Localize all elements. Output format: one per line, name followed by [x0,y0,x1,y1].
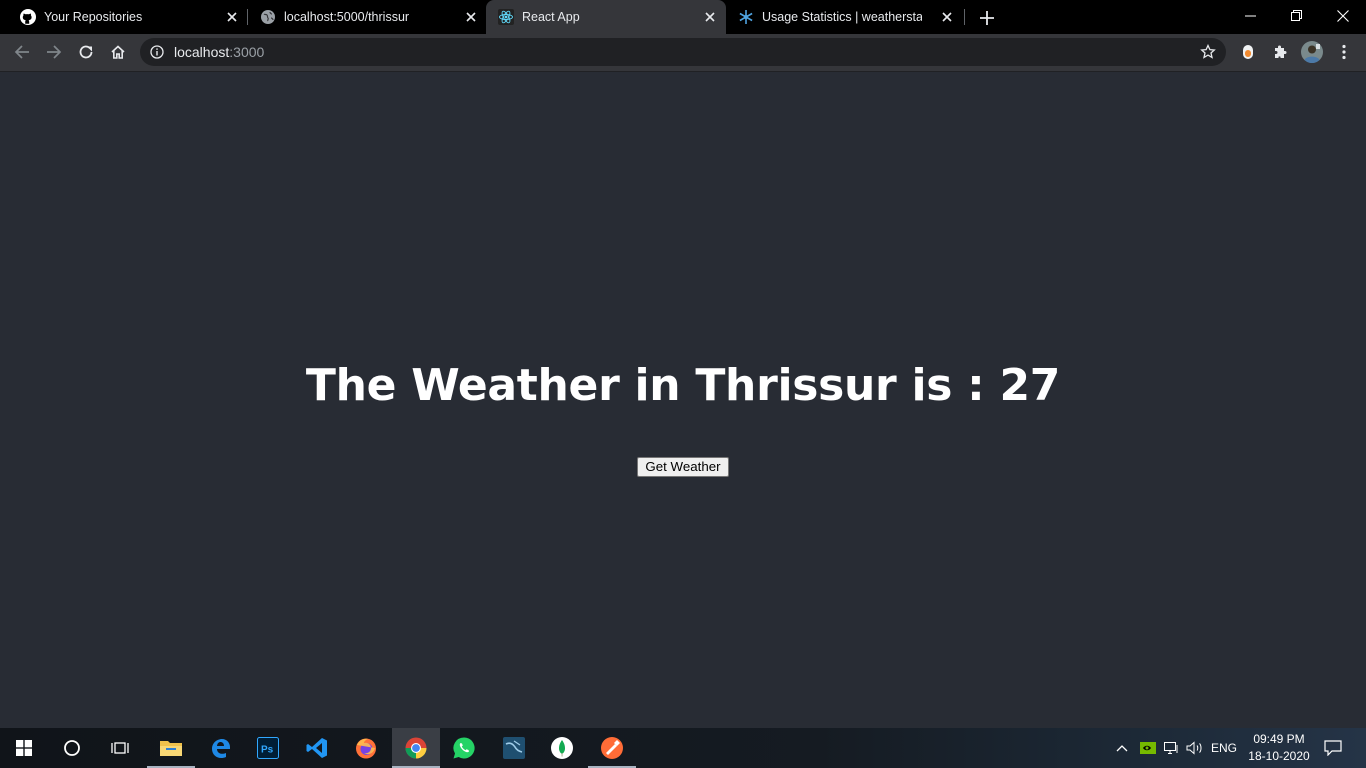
windows-taskbar: Ps ENG 09:49 PM 18-10-2020 [0,728,1366,768]
close-icon[interactable] [703,10,717,24]
cortana-search-icon[interactable] [48,728,96,768]
network-icon[interactable] [1160,728,1182,768]
forward-icon[interactable] [44,42,64,62]
weather-heading: The Weather in Thrissur is : 27 [305,360,1061,411]
photoshop-icon[interactable]: Ps [244,728,292,768]
svg-text:Ps: Ps [261,745,274,756]
url-port: :3000 [229,44,265,60]
tab-react-app[interactable]: React App [486,0,726,34]
bookmark-star-icon[interactable] [1200,43,1216,60]
react-icon [498,9,514,25]
browser-toolbar: localhost:3000 [0,34,1366,72]
url-host: localhost [174,44,230,60]
tab-localhost-5000[interactable]: localhost:5000/thrissur [248,0,486,34]
tab-title: React App [522,10,580,24]
get-weather-button[interactable]: Get Weather [637,457,729,477]
globe-icon [260,9,276,25]
file-explorer-icon[interactable] [147,728,195,768]
language-indicator[interactable]: ENG [1208,728,1240,768]
clock-date: 18-10-2020 [1248,749,1310,763]
close-icon[interactable] [940,10,954,24]
whatsapp-icon[interactable] [440,728,488,768]
show-hidden-icons-icon[interactable] [1112,728,1132,768]
home-icon[interactable] [108,42,128,62]
browser-tab-strip: Your Repositories localhost:5000/thrissu… [0,0,1366,34]
minimize-icon[interactable] [1228,0,1274,32]
restore-icon[interactable] [1274,0,1320,32]
nvidia-icon[interactable] [1138,728,1158,768]
vscode-icon[interactable] [293,728,341,768]
avatar[interactable] [1301,41,1323,63]
address-bar[interactable]: localhost:3000 [140,38,1226,66]
clock-time: 09:49 PM [1253,732,1305,746]
reload-icon[interactable] [76,42,96,62]
app-page: The Weather in Thrissur is : 27 Get Weat… [0,72,1366,728]
tab-weatherstack[interactable]: Usage Statistics | weatherstack API [726,0,964,34]
chrome-icon[interactable] [392,728,440,768]
close-icon[interactable] [464,10,478,24]
firefox-icon[interactable] [342,728,390,768]
extensions-puzzle-icon[interactable] [1270,42,1290,62]
new-tab-icon[interactable] [978,9,996,27]
task-view-icon[interactable] [96,728,144,768]
weatherstack-icon [738,9,754,25]
system-clock[interactable]: 09:49 PM 18-10-2020 [1244,731,1314,765]
volume-icon[interactable] [1184,728,1206,768]
url-text: localhost:3000 [174,44,264,60]
postman-icon[interactable] [588,728,636,768]
close-window-icon[interactable] [1320,0,1366,32]
windows-start-icon[interactable] [0,728,48,768]
tab-your-repositories[interactable]: Your Repositories [0,0,246,34]
tab-title: localhost:5000/thrissur [284,10,410,24]
info-icon[interactable] [150,45,164,59]
notifications-icon[interactable] [1320,728,1346,768]
mongodb-compass-icon[interactable] [538,728,586,768]
back-icon[interactable] [12,42,32,62]
menu-dots-icon[interactable] [1334,42,1354,62]
tab-title: Usage Statistics | weatherstack API [762,10,922,24]
github-icon [20,9,36,25]
tab-separator [964,9,965,25]
close-icon[interactable] [225,10,239,24]
tab-title: Your Repositories [44,10,143,24]
edge-icon[interactable] [196,728,244,768]
extension-icon[interactable] [1238,42,1258,62]
mysql-workbench-icon[interactable] [490,728,538,768]
